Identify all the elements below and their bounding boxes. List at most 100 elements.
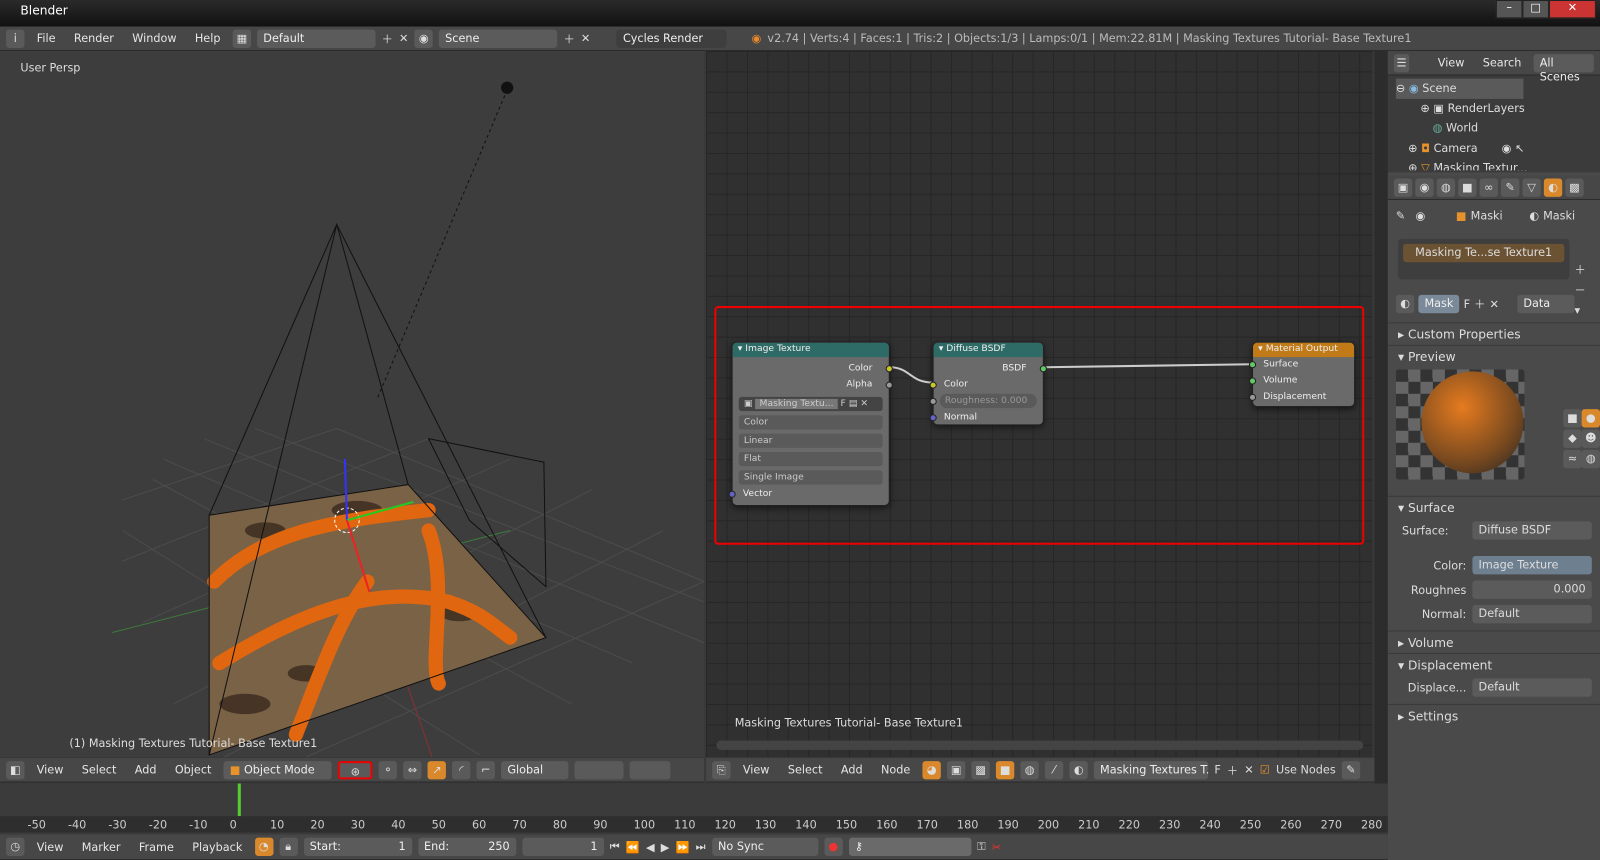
layout-select[interactable]: Default xyxy=(257,29,376,48)
material-slots-list[interactable]: Masking Te...se Texture1 xyxy=(1397,238,1570,280)
remove-layout-icon[interactable]: ✕ xyxy=(399,32,408,45)
outliner-item-mesh[interactable]: ⊕ ▽ Masking Textur... xyxy=(1396,158,1600,170)
current-frame-field[interactable]: 1 xyxy=(521,837,604,856)
preview-hair-icon[interactable]: ≈ xyxy=(1563,449,1582,469)
displacement-select[interactable]: Default xyxy=(1472,678,1592,697)
menu-object[interactable]: Object xyxy=(169,763,218,776)
end-frame-field[interactable]: End: 250 xyxy=(417,837,516,856)
menu-view[interactable]: View xyxy=(737,763,776,776)
jump-end-icon[interactable]: ⏭ xyxy=(696,840,706,854)
menu-playback[interactable]: Playback xyxy=(186,840,248,853)
socket-surface-in[interactable] xyxy=(1248,361,1257,369)
fake-user-button[interactable]: F xyxy=(841,399,846,409)
menu-view[interactable]: View xyxy=(31,763,70,776)
source-select[interactable]: Single Image xyxy=(738,470,883,485)
scale-icon[interactable]: ⌐ xyxy=(476,760,496,779)
layers-grid-2[interactable] xyxy=(629,760,671,779)
info-editor-icon[interactable]: i xyxy=(6,29,25,48)
unlink-icon[interactable]: ✕ xyxy=(860,399,868,409)
menu-view[interactable]: View xyxy=(1432,56,1471,69)
menu-select[interactable]: Select xyxy=(76,763,123,776)
viewport-shading-icon[interactable]: ⊛ xyxy=(337,760,373,779)
line-style-icon[interactable]: ⁄ xyxy=(1044,760,1064,779)
node-header[interactable]: ▾ Image Texture xyxy=(732,342,889,358)
node-header[interactable]: ▾ Diffuse BSDF xyxy=(933,342,1043,358)
socket-alpha-out[interactable] xyxy=(885,381,893,389)
panel-volume[interactable]: ▸ Volume xyxy=(1387,630,1600,652)
menu-add[interactable]: Add xyxy=(835,763,869,776)
scene-icon[interactable]: ◉ xyxy=(414,29,433,48)
menu-search[interactable]: Search xyxy=(1477,56,1528,69)
material-select[interactable]: Masking Textures T... xyxy=(1093,760,1209,779)
outliner-icon[interactable]: ☰ xyxy=(1393,53,1410,72)
editor-type-icon[interactable]: ◧ xyxy=(6,760,25,779)
menu-marker[interactable]: Marker xyxy=(76,840,127,853)
material-slot-item[interactable]: Masking Te...se Texture1 xyxy=(1403,243,1565,263)
outliner-item-camera[interactable]: ⊕ ◘ Camera ◉ ↖ xyxy=(1396,138,1600,158)
socket-color-in[interactable] xyxy=(929,381,937,389)
remove-material-icon[interactable]: ✕ xyxy=(1244,763,1253,776)
timeline[interactable]: -50 -40 -30 -20 -10 0 10 20 30 40 50 60 70 80 90 100 110… xyxy=(0,783,1388,835)
socket-normal-in[interactable] xyxy=(929,414,937,422)
layers-grid[interactable] xyxy=(574,760,624,779)
panel-surface[interactable]: ▾ Surface xyxy=(1387,495,1600,518)
menu-select[interactable]: Select xyxy=(782,763,829,776)
add-slot-icon[interactable]: ＋ xyxy=(1574,260,1585,280)
world-shader-icon[interactable]: ◍ xyxy=(1020,760,1039,779)
constraints-tab-icon[interactable]: ∞ xyxy=(1479,178,1498,197)
pin-icon[interactable]: ✎ xyxy=(1341,760,1361,779)
rotate-icon[interactable]: ◜ xyxy=(452,760,471,779)
socket-bsdf-out[interactable] xyxy=(1039,365,1047,373)
keying-set-field[interactable]: ⚷ xyxy=(848,837,972,856)
object-shader-icon[interactable]: ■ xyxy=(995,760,1015,779)
play-reverse-icon[interactable]: ◀ xyxy=(646,840,655,853)
menu-view[interactable]: View xyxy=(31,840,70,853)
jump-keyframe-forward-icon[interactable]: ⏩ xyxy=(676,840,690,853)
image-name[interactable]: Masking Textu... xyxy=(755,399,838,410)
texture-nodes-icon[interactable]: ▩ xyxy=(971,760,990,779)
record-icon[interactable]: ● xyxy=(824,837,843,856)
insert-keyframe-icon[interactable]: ⚿ xyxy=(977,840,986,854)
color-input-select[interactable]: Image Texture xyxy=(1472,556,1592,575)
menu-file[interactable]: File xyxy=(31,32,62,45)
compositing-nodes-icon[interactable]: ▣ xyxy=(946,760,966,779)
panel-settings[interactable]: ▸ Settings xyxy=(1387,703,1600,726)
data-tab-icon[interactable]: ▽ xyxy=(1522,178,1541,197)
render-tab-icon[interactable]: ▣ xyxy=(1393,178,1413,197)
slot-menu-icon[interactable]: ▾ xyxy=(1574,301,1585,321)
manipulator-icon[interactable]: ⇔ xyxy=(403,760,422,779)
node-material-output[interactable]: ▾ Material Output Surface Volume Displac… xyxy=(1248,341,1356,408)
fake-user-button[interactable]: F xyxy=(1464,297,1470,310)
panel-preview[interactable]: ▾ Preview xyxy=(1387,344,1600,367)
socket-volume-in[interactable] xyxy=(1248,377,1257,385)
mode-select[interactable]: ■ Object Mode xyxy=(223,760,332,779)
menu-window[interactable]: Window xyxy=(126,32,183,45)
close-window-button[interactable]: ✕ xyxy=(1548,0,1596,19)
add-layout-icon[interactable]: ＋ xyxy=(382,30,393,46)
scene-tab-icon[interactable]: ◉ xyxy=(1415,178,1434,197)
preview-world-icon[interactable]: ◍ xyxy=(1581,449,1600,469)
preview-cube-icon[interactable]: ◆ xyxy=(1563,429,1582,448)
selectable-cursor-icon[interactable]: ↖ xyxy=(1515,141,1524,154)
roughness-field[interactable]: 0.000 xyxy=(1472,580,1592,599)
menu-help[interactable]: Help xyxy=(189,32,227,45)
delete-keyframe-icon[interactable]: ✂ xyxy=(992,840,1001,853)
preview-flat-icon[interactable]: ■ xyxy=(1563,409,1582,428)
outliner-item-world[interactable]: ◍ World xyxy=(1396,118,1600,138)
add-material-icon[interactable]: ＋ xyxy=(1227,762,1238,778)
menu-add[interactable]: Add xyxy=(129,763,163,776)
translate-icon[interactable]: ↗ xyxy=(427,760,447,779)
texture-tab-icon[interactable]: ▩ xyxy=(1565,178,1584,197)
maximize-button[interactable]: □ xyxy=(1522,0,1549,19)
render-engine-select[interactable]: Cycles Render xyxy=(616,29,728,48)
editor-type-icon[interactable]: ⎘ xyxy=(712,760,731,779)
preview-monkey-icon[interactable]: ☻ xyxy=(1581,429,1600,448)
play-icon[interactable]: ▶ xyxy=(661,840,670,853)
material-name-field[interactable]: Mask xyxy=(1418,294,1460,314)
area-divider[interactable] xyxy=(1374,51,1388,784)
projection-select[interactable]: Flat xyxy=(738,451,883,467)
menu-frame[interactable]: Frame xyxy=(133,840,180,853)
display-filter-select[interactable]: All Scenes xyxy=(1533,53,1594,83)
remove-scene-icon[interactable]: ✕ xyxy=(581,32,590,45)
visibility-eye-icon[interactable]: ◉ xyxy=(1502,141,1512,154)
